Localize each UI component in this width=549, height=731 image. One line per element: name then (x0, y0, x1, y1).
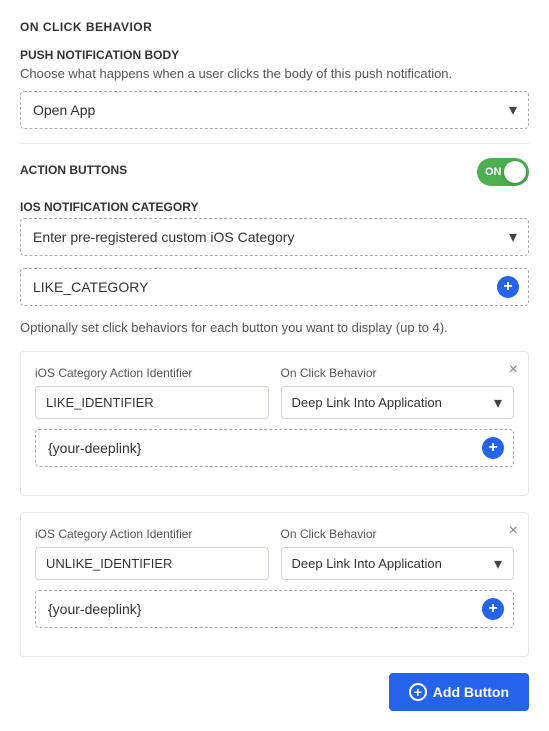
deeplink-input-1[interactable] (35, 429, 514, 467)
add-button-plus-circle: + (409, 683, 427, 701)
behavior-dropdown-2[interactable]: Open App Deep Link Into Application Go t… (281, 547, 515, 580)
toggle-knob (504, 161, 526, 183)
button-group-1: × iOS Category Action Identifier On Clic… (20, 351, 529, 496)
identifier-input-1[interactable] (35, 386, 269, 419)
deeplink-input-2[interactable] (35, 590, 514, 628)
category-input-wrapper: + (20, 268, 529, 306)
push-notification-description: Choose what happens when a user clicks t… (20, 66, 529, 81)
add-button-label: Add Button (433, 684, 509, 700)
push-notification-dropdown[interactable]: Open App Deep Link Into Application Go t… (20, 91, 529, 129)
toggle-wrapper: ON (477, 158, 529, 186)
behavior-col-2: On Click Behavior Open App Deep Link Int… (281, 527, 515, 580)
identifier-col-1: iOS Category Action Identifier (35, 366, 269, 419)
toggle-label: ON (485, 166, 502, 178)
button-group-2: × iOS Category Action Identifier On Clic… (20, 512, 529, 657)
deeplink-plus-button-2[interactable]: + (482, 598, 504, 620)
behavior-select-wrapper-1: Open App Deep Link Into Application Go t… (281, 386, 515, 419)
toggle-switch[interactable]: ON (477, 158, 529, 186)
action-buttons-label: ACTION BUTTONS (20, 163, 127, 177)
button-group-1-fields: iOS Category Action Identifier On Click … (35, 366, 514, 419)
add-button-row: + Add Button (20, 673, 529, 711)
button-group-2-fields: iOS Category Action Identifier On Click … (35, 527, 514, 580)
deeplink-input-wrapper-2: + (35, 590, 514, 628)
optional-text: Optionally set click behaviors for each … (20, 320, 529, 335)
ios-notification-category-label: IOS NOTIFICATION CATEGORY (20, 200, 529, 214)
behavior-col-1: On Click Behavior Open App Deep Link Int… (281, 366, 515, 419)
behavior-dropdown-1[interactable]: Open App Deep Link Into Application Go t… (281, 386, 515, 419)
behavior-label-1: On Click Behavior (281, 366, 515, 380)
section-title: ON CLICK BEHAVIOR (20, 20, 529, 34)
behavior-select-wrapper-2: Open App Deep Link Into Application Go t… (281, 547, 515, 580)
category-input[interactable] (20, 268, 529, 306)
ios-category-select-wrapper: Enter pre-registered custom iOS Category… (20, 218, 529, 256)
action-buttons-section: ACTION BUTTONS ON (20, 158, 529, 186)
close-button-1[interactable]: × (509, 362, 518, 378)
deeplink-input-wrapper-1: + (35, 429, 514, 467)
ios-category-dropdown[interactable]: Enter pre-registered custom iOS Category (20, 218, 529, 256)
identifier-label-1: iOS Category Action Identifier (35, 366, 269, 380)
push-notification-section: PUSH NOTIFICATION BODY Choose what happe… (20, 48, 529, 129)
close-button-2[interactable]: × (509, 523, 518, 539)
ios-notification-category-section: IOS NOTIFICATION CATEGORY Enter pre-regi… (20, 200, 529, 306)
identifier-input-2[interactable] (35, 547, 269, 580)
category-plus-button[interactable]: + (497, 276, 519, 298)
identifier-label-2: iOS Category Action Identifier (35, 527, 269, 541)
add-button[interactable]: + Add Button (389, 673, 529, 711)
deeplink-plus-button-1[interactable]: + (482, 437, 504, 459)
push-notification-label: PUSH NOTIFICATION BODY (20, 48, 529, 62)
behavior-label-2: On Click Behavior (281, 527, 515, 541)
push-notification-select-wrapper: Open App Deep Link Into Application Go t… (20, 91, 529, 129)
identifier-col-2: iOS Category Action Identifier (35, 527, 269, 580)
divider-1 (20, 143, 529, 144)
